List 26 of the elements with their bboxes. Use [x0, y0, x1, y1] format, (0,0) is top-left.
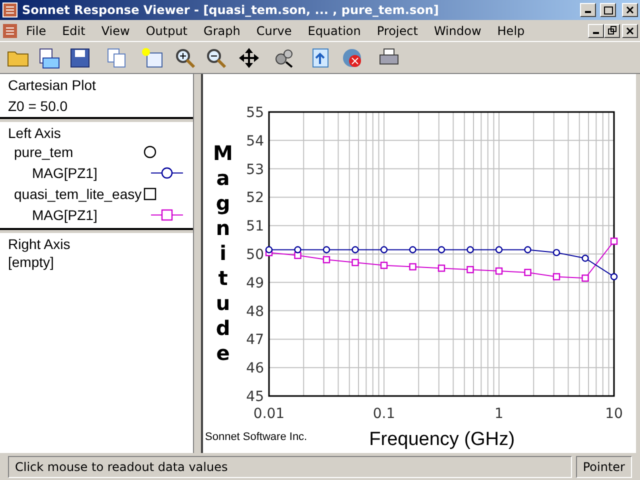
y-tick-label: 51 [246, 218, 264, 235]
x-tick-label: 0.01 [253, 406, 285, 422]
mode-indicator: Pointer [576, 456, 632, 478]
y-tick-label: 45 [246, 389, 264, 405]
y-tick-label: 52 [246, 190, 264, 206]
x-axis-label: Frequency (GHz) [369, 429, 515, 450]
status-message: Click mouse to readout data values [8, 456, 572, 478]
y-tick-label: 53 [246, 162, 264, 178]
x-tick-label: 10 [605, 406, 623, 422]
empty-label: [empty] [8, 254, 55, 270]
credit-text: Sonnet Software Inc. [205, 431, 308, 443]
y-tick-label: 46 [246, 360, 264, 377]
y-tick-label: 55 [246, 105, 264, 121]
window-title: Sonnet Response Viewer - [quasi_tem.son, ... , pure_tem.son] [22, 3, 440, 17]
plot-type-label: Cartesian Plot [8, 77, 97, 93]
y-tick-label: 49 [246, 275, 264, 292]
section-heading: Right Axis [8, 236, 72, 252]
section-heading: Left Axis [8, 125, 62, 141]
y-tick-label: 54 [246, 133, 264, 150]
y-axis-label: Magnitude [213, 141, 233, 365]
y-tick-label: 48 [246, 304, 264, 320]
x-tick-label: 1 [494, 406, 504, 422]
x-tick-label: 0.1 [372, 406, 396, 422]
impedance-label: Z0 = 50.0 [8, 98, 69, 114]
y-tick-label: 50 [246, 247, 264, 263]
y-tick-label: 47 [246, 332, 264, 348]
